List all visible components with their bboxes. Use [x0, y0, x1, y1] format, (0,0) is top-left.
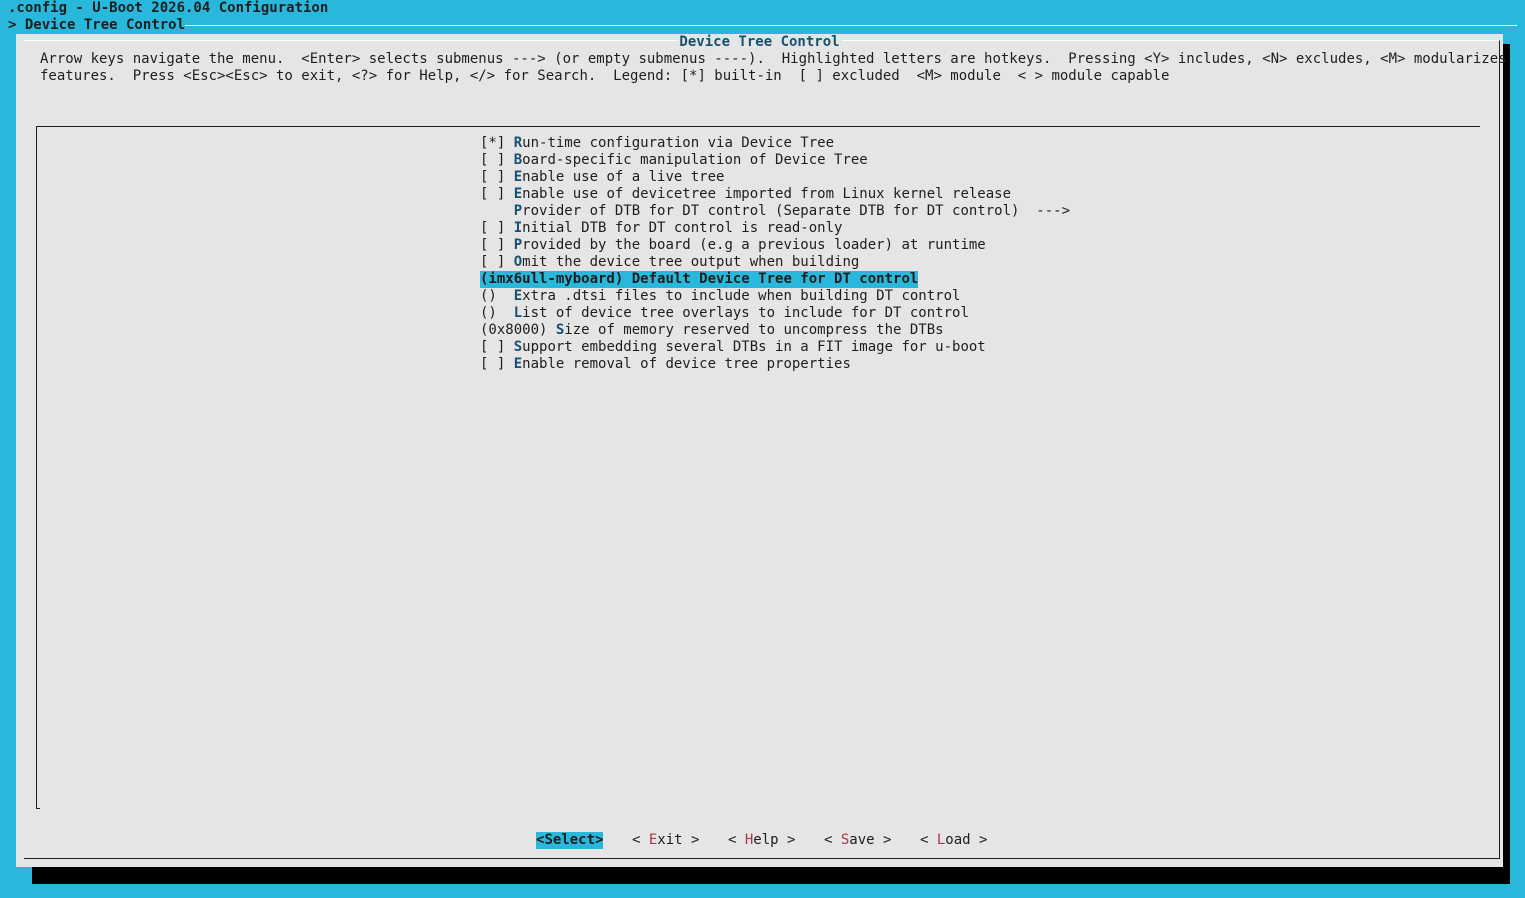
help-text-line-1: Arrow keys navigate the menu. <Enter> se… — [40, 51, 1507, 67]
menu-item-board-specific[interactable]: [ ] Board-specific manipulation of Devic… — [480, 152, 868, 169]
item-hotkey: O — [513, 254, 523, 270]
item-label: un-time configuration via Device Tree — [522, 135, 835, 151]
load-button[interactable]: < Load > — [920, 832, 987, 849]
item-hotkey: S — [513, 339, 523, 355]
breadcrumb-divider — [185, 25, 1517, 26]
item-label: mit the device tree output when building — [522, 254, 860, 270]
item-hotkey: P — [513, 237, 523, 253]
select-button[interactable]: <Select> — [536, 832, 604, 849]
help-button[interactable]: < Help > — [728, 832, 795, 849]
item-state: [ ] — [480, 254, 514, 270]
item-hotkey: R — [513, 135, 523, 151]
item-hotkey: E — [513, 186, 523, 202]
item-label: ist of device tree overlays to include f… — [522, 305, 969, 321]
button-bracket: < — [824, 832, 841, 848]
item-label: xtra .dtsi files to include when buildin… — [522, 288, 961, 304]
menu-item-multi-dtb-fit[interactable]: [ ] Support embedding several DTBs in a … — [480, 339, 986, 356]
window-title: .config - U-Boot 2026.04 Configuration — [8, 0, 329, 16]
item-state: [ ] — [480, 220, 514, 236]
item-hotkey: E — [513, 288, 523, 304]
item-hotkey: D — [631, 271, 641, 287]
item-state: (imx6ull-myboard) — [480, 271, 632, 287]
menu-box-corner — [36, 805, 40, 809]
item-state: (0x8000) — [480, 322, 556, 338]
item-label: nable use of a live tree — [522, 169, 725, 185]
terminal-screen: .config - U-Boot 2026.04 Configuration >… — [0, 0, 1525, 898]
item-label: oard-specific manipulation of Device Tre… — [522, 152, 868, 168]
menu-item-default-device-tree[interactable]: (imx6ull-myboard) Default Device Tree fo… — [480, 271, 919, 288]
item-hotkey: E — [513, 169, 523, 185]
item-label: efault Device Tree for DT control — [640, 271, 919, 287]
item-label: ize of memory reserved to uncompress the… — [564, 322, 944, 338]
button-bracket: < — [728, 832, 745, 848]
item-state: () — [480, 288, 514, 304]
menu-item-omit-output[interactable]: [ ] Omit the device tree output when bui… — [480, 254, 859, 271]
item-state — [480, 203, 514, 219]
item-hotkey: L — [513, 305, 523, 321]
button-bracket: < — [920, 832, 937, 848]
menu-item-live-tree[interactable]: [ ] Enable use of a live tree — [480, 169, 724, 186]
button-label: oad > — [945, 832, 988, 848]
item-label: nable removal of device tree properties — [522, 356, 851, 372]
menu-item-provided-by-board[interactable]: [ ] Provided by the board (e.g a previou… — [480, 237, 986, 254]
button-label: xit > — [657, 832, 700, 848]
button-bracket: < — [632, 832, 649, 848]
item-state: [ ] — [480, 356, 514, 372]
button-label: ave > — [849, 832, 892, 848]
dialog-title: Device Tree Control — [16, 34, 1503, 51]
menu-item-runtime-config[interactable]: [*] Run-time configuration via Device Tr… — [480, 135, 834, 152]
item-state: [ ] — [480, 339, 514, 355]
item-state: [ ] — [480, 237, 514, 253]
item-hotkey: E — [513, 356, 523, 372]
item-state: () — [480, 305, 514, 321]
item-label: rovider of DTB for DT control (Separate … — [522, 203, 1071, 219]
button-bar: <Select> < Exit > < Help > < Save > < Lo… — [16, 832, 1503, 849]
config-dialog: Device Tree Control Arrow keys navigate … — [16, 34, 1507, 867]
dialog-title-text: Device Tree Control — [677, 34, 842, 50]
breadcrumb: > Device Tree Control — [8, 17, 186, 33]
button-label: elp > — [753, 832, 796, 848]
menu-item-dtb-provider[interactable]: Provider of DTB for DT control (Separate… — [480, 203, 1070, 220]
item-hotkey: P — [513, 203, 523, 219]
menu-item-reserved-memory[interactable]: (0x8000) Size of memory reserved to unco… — [480, 322, 944, 339]
button-label: elect> — [552, 832, 604, 848]
menu-item-initial-dtb-readonly[interactable]: [ ] Initial DTB for DT control is read-o… — [480, 220, 842, 237]
item-label: upport embedding several DTBs in a FIT i… — [522, 339, 986, 355]
menu-item-overlays[interactable]: () List of device tree overlays to inclu… — [480, 305, 969, 322]
menu-item-linux-devicetree[interactable]: [ ] Enable use of devicetree imported fr… — [480, 186, 1011, 203]
menu-item-extra-dtsi[interactable]: () Extra .dtsi files to include when bui… — [480, 288, 960, 305]
item-state: [ ] — [480, 152, 514, 168]
button-hotkey: S — [544, 832, 553, 848]
item-state: [ ] — [480, 186, 514, 202]
save-button[interactable]: < Save > — [824, 832, 891, 849]
item-label: nitial DTB for DT control is read-only — [522, 220, 843, 236]
item-label: rovided by the board (e.g a previous loa… — [522, 237, 986, 253]
menu-list: [*] Run-time configuration via Device Tr… — [480, 135, 1070, 373]
help-text-line-2: features. Press <Esc><Esc> to exit, <?> … — [40, 68, 1170, 84]
item-hotkey: I — [513, 220, 523, 236]
item-label: nable use of devicetree imported from Li… — [522, 186, 1012, 202]
item-hotkey: B — [513, 152, 523, 168]
menu-item-remove-properties[interactable]: [ ] Enable removal of device tree proper… — [480, 356, 851, 373]
item-state: [*] — [480, 135, 514, 151]
exit-button[interactable]: < Exit > — [632, 832, 699, 849]
item-state: [ ] — [480, 169, 514, 185]
